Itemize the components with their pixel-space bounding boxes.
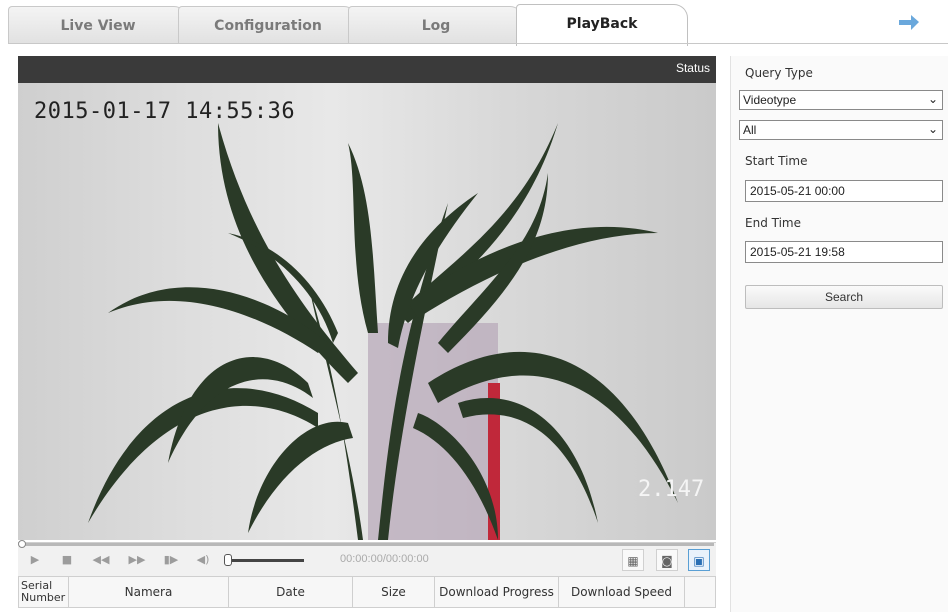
- fullscreen-icon[interactable]: ▦: [622, 549, 644, 571]
- video-player[interactable]: Status 2015-01-17 14:55:36 2.147: [18, 56, 716, 540]
- video-header-bar: Status: [18, 56, 716, 83]
- recording-table-header: Serial Number Namera Date Size Download …: [18, 576, 716, 608]
- tab-divider: [8, 43, 948, 44]
- osd-overlay-number: 2.147: [638, 477, 705, 502]
- end-time-input[interactable]: 2015-05-21 19:58: [745, 241, 943, 263]
- col-download-progress[interactable]: Download Progress: [435, 577, 559, 607]
- chevron-down-icon: ⌄: [927, 122, 938, 136]
- snapshot-icon[interactable]: ◙: [656, 549, 678, 571]
- col-namera[interactable]: Namera: [69, 577, 229, 607]
- start-time-input[interactable]: 2015-05-21 00:00: [745, 180, 943, 202]
- tab-log[interactable]: Log: [348, 6, 524, 44]
- col-date[interactable]: Date: [229, 577, 353, 607]
- tab-bar: Live View Configuration Log PlayBack: [0, 0, 948, 48]
- col-serial-number[interactable]: Serial Number: [19, 577, 69, 607]
- chevron-down-icon: ⌄: [927, 92, 938, 106]
- tab-playback[interactable]: PlayBack: [516, 4, 688, 46]
- start-time-label: Start Time: [745, 154, 808, 168]
- rewind-icon[interactable]: ◀◀: [92, 551, 110, 569]
- step-frame-icon[interactable]: ▮▶: [162, 551, 180, 569]
- tab-configuration[interactable]: Configuration: [178, 6, 358, 44]
- plant-image: [88, 123, 678, 540]
- seek-bar[interactable]: [18, 540, 714, 548]
- col-extra: [685, 577, 715, 607]
- col-size[interactable]: Size: [353, 577, 435, 607]
- volume-slider-handle[interactable]: [224, 554, 232, 566]
- volume-icon[interactable]: ◀): [194, 551, 212, 569]
- stop-icon[interactable]: ■: [58, 551, 76, 569]
- play-icon[interactable]: ▶: [26, 551, 44, 569]
- filter-value: All: [743, 123, 757, 137]
- query-type-label: Query Type: [745, 66, 813, 80]
- search-button[interactable]: Search: [745, 285, 943, 309]
- osd-timestamp: 2015-01-17 14:55:36: [34, 99, 296, 124]
- window-icon[interactable]: ▣: [688, 549, 710, 571]
- tab-live-view[interactable]: Live View: [8, 6, 188, 44]
- playback-controls: ▶ ■ ◀◀ ▶▶ ▮▶ ◀) 00:00:00/00:00:00 ▦ ◙ ▣: [18, 540, 716, 576]
- arrow-right-icon[interactable]: [896, 12, 922, 34]
- status-label[interactable]: Status: [676, 61, 710, 75]
- end-time-label: End Time: [745, 216, 801, 230]
- col-download-speed[interactable]: Download Speed: [559, 577, 685, 607]
- filter-select[interactable]: All ⌄: [739, 120, 943, 140]
- time-display: 00:00:00/00:00:00: [340, 553, 429, 565]
- volume-slider-track[interactable]: [232, 559, 304, 562]
- video-type-select[interactable]: Videotype ⌄: [739, 90, 943, 110]
- fast-forward-icon[interactable]: ▶▶: [128, 551, 146, 569]
- video-frame[interactable]: 2015-01-17 14:55:36 2.147: [18, 83, 716, 540]
- seek-handle[interactable]: [18, 540, 26, 548]
- query-panel: Query Type Videotype ⌄ All ⌄ Start Time …: [730, 56, 948, 612]
- video-type-value: Videotype: [743, 93, 797, 107]
